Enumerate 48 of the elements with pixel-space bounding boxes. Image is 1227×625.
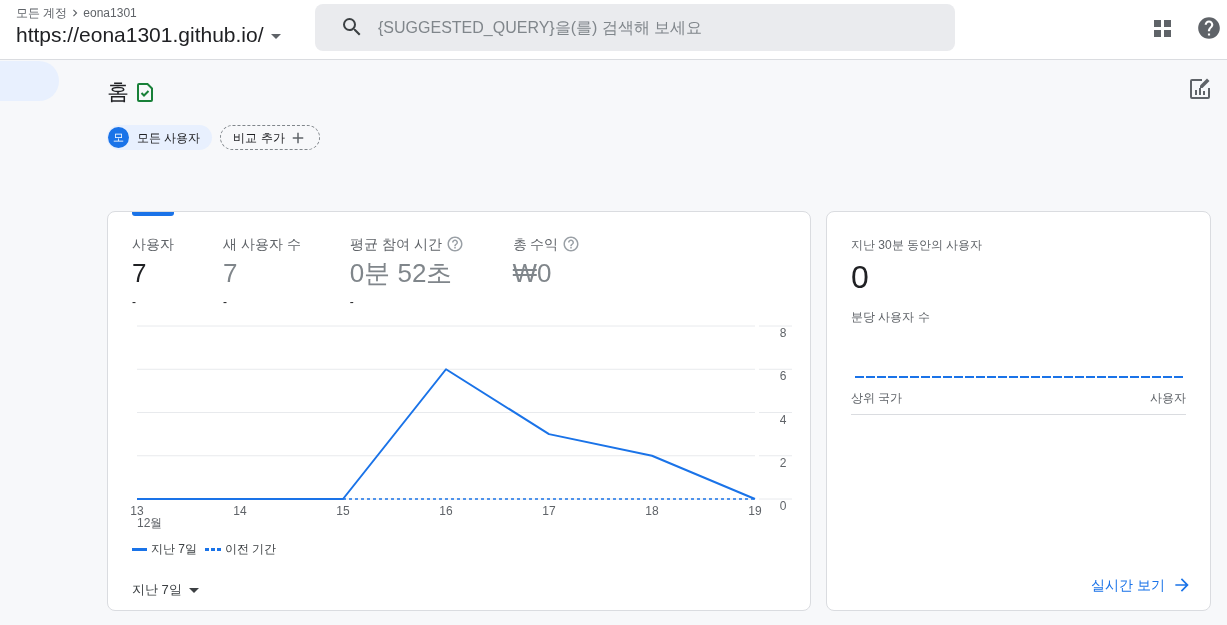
- metric-value: ₩0: [512, 257, 553, 289]
- realtime-title: 지난 30분 동안의 사용자: [851, 237, 984, 253]
- y-tick-label: 0: [779, 499, 787, 513]
- search-field[interactable]: {SUGGESTED_QUERY}을(를) 검색해 보세요: [315, 4, 955, 51]
- y-tick-label: 4: [779, 412, 787, 427]
- realtime-value: 0: [851, 259, 870, 295]
- legend-dashed-line-icon: [205, 547, 221, 551]
- column-header: 사용자: [1150, 390, 1186, 406]
- caret-down-icon: [188, 587, 199, 593]
- legend-label: 이전 기간: [225, 541, 277, 557]
- x-tick-label: 19: [748, 504, 762, 518]
- realtime-link[interactable]: 실시간 보기: [1091, 575, 1192, 595]
- metric-tab[interactable]: 총 수익 ₩0: [512, 212, 581, 305]
- column-header: 상위 국가: [851, 390, 903, 406]
- x-tick-label: 16: [439, 504, 453, 518]
- per-minute-label: 분당 사용자 수: [851, 309, 931, 325]
- breadcrumb-link[interactable]: 모든 계정: [16, 5, 68, 21]
- month-label: 12월: [137, 516, 163, 530]
- date-range-dropdown[interactable]: 지난 7일: [132, 581, 199, 599]
- metric-label: 새 사용자 수: [223, 235, 301, 253]
- metric-label: 총 수익: [512, 235, 559, 253]
- edit-chart-icon[interactable]: [1190, 77, 1211, 99]
- caret-down-icon: [270, 33, 281, 39]
- segment-avatar: 모: [108, 127, 129, 148]
- help-icon[interactable]: [562, 235, 581, 253]
- property-selector[interactable]: https://eona1301.github.io/: [16, 22, 281, 48]
- legend-label: 지난 7일: [151, 541, 197, 557]
- tab-indicator: [132, 212, 174, 216]
- x-tick-label: 15: [336, 504, 350, 518]
- help-icon[interactable]: [445, 235, 464, 253]
- x-tick-label: 18: [645, 504, 659, 518]
- metric-label: 사용자: [132, 235, 174, 253]
- y-tick-label: 2: [779, 455, 787, 470]
- x-tick-label: 14: [233, 504, 247, 518]
- breadcrumb-current: eona1301: [83, 5, 137, 21]
- help-icon[interactable]: [1196, 15, 1222, 41]
- document-check-icon[interactable]: [137, 82, 153, 102]
- page-title: 홈: [107, 78, 129, 106]
- y-tick-label: 8: [779, 326, 787, 340]
- x-tick-label: 17: [542, 504, 556, 518]
- metric-value: 7: [132, 257, 148, 289]
- metric-value: 7: [223, 257, 239, 289]
- metric-label: 평균 참여 시간: [349, 235, 442, 253]
- y-tick-label: 6: [779, 369, 787, 384]
- x-tick-label: 13: [130, 504, 144, 518]
- apps-grid-icon[interactable]: [1154, 19, 1171, 37]
- segment-chip[interactable]: 모 모든 사용자: [107, 125, 213, 150]
- metric-value: 0분 52초: [349, 257, 454, 289]
